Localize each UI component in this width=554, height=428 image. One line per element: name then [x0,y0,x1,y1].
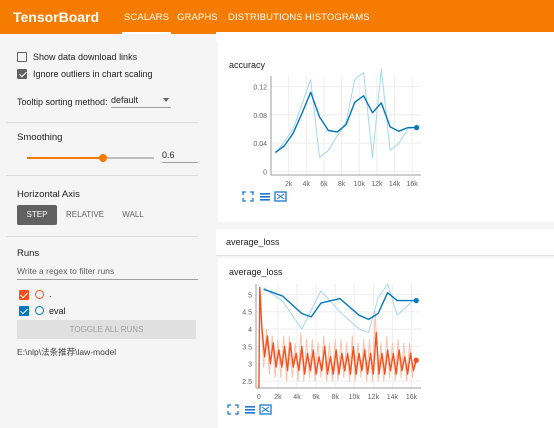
y-tick-label: 4.5 [242,310,252,317]
list-icon-bar [245,409,255,411]
horizontal-axis-title: Horizontal Axis [17,189,80,200]
x-tick-label: 16k [406,394,418,401]
y-tick-label: 3.5 [242,344,252,351]
list-icon-bar [260,199,270,201]
y-tick-label: 0.08 [253,113,267,120]
expand-icon-arrows [261,406,270,413]
series-endpoint [413,298,419,304]
accuracy-chart[interactable]: accuracy 0 0.04 0.08 0.12 2k 4k 6k 8k 10k 12k 14k 16… [218,42,554,222]
series-line [263,288,417,321]
x-tick-label: 10k [349,394,361,401]
fit-domain-icon-shape [242,191,254,202]
y-tick-label: 0 [263,169,267,176]
fit-domain-icon[interactable] [227,404,239,415]
series-endpoint [413,125,420,131]
x-tick-label: 12k [371,181,383,188]
accuracy-card: accuracy 0 0.04 0.08 0.12 2k 4k 6k 8k 10k 12k 14k 16… [218,42,554,222]
y-tick-label: 3 [248,362,252,369]
x-tick-label: 16k [407,181,419,188]
tooltip-sorting-label: Tooltip sorting method: [17,97,108,107]
expand-icon-arrows [276,193,285,200]
section-header [216,32,554,42]
y-tick-label: 4 [248,327,252,334]
x-tick-label: 0 [257,394,261,401]
tab-graphs[interactable]: GRAPHS [177,12,218,23]
tab-scalars[interactable]: SCALARS [121,12,172,34]
y-tick-label: 0.12 [253,85,267,92]
chart-title: average_loss [229,267,283,277]
run-label: eval [49,306,66,316]
x-tick-label: 4k [303,181,311,188]
show-download-label: Show data download links [33,52,138,62]
list-icon-bar [245,412,255,414]
axis-step-button[interactable]: STEP [17,205,57,225]
runs-title: Runs [17,248,40,259]
y-tick-label: 0.04 [253,141,267,148]
series-line [274,68,417,158]
series-line [263,283,417,333]
list-icon[interactable] [260,193,270,201]
expand-icon[interactable] [274,191,287,202]
smoothing-input[interactable]: 0.6 [162,150,198,163]
x-tick-label: 8k [331,394,339,401]
ignore-outliers-label: Ignore outliers in chart scaling [33,69,153,79]
run-color-swatch[interactable] [35,306,44,315]
list-icon-bar [260,193,270,195]
divider [6,122,198,123]
x-tick-label: 10k [354,181,366,188]
logdir-path: E:\nlp\法条推荐\law-model [17,347,117,357]
y-tick-label: 2.5 [242,379,252,386]
run-filter-input[interactable]: Write a regex to filter runs [17,266,198,280]
list-icon[interactable] [245,406,255,414]
expand-icon[interactable] [259,404,272,415]
x-tick-label: 2k [285,181,293,188]
run-checkbox[interactable] [19,306,29,316]
divider [6,236,198,237]
average-loss-card: average_loss 2.5 3 3.5 4 4.5 5 0 2k 4k 6k 8k 10k 12k 1… [218,258,554,428]
run-color-swatch[interactable] [35,290,44,299]
axis-relative-button[interactable]: RELATIVE [62,205,108,225]
tooltip-sorting-value: default [111,95,139,105]
list-icon-bar [260,196,270,198]
run-label: . [49,289,52,299]
x-tick-label: 14k [387,394,399,401]
ignore-outliers-checkbox[interactable] [17,69,27,79]
x-tick-label: 14k [389,181,401,188]
smoothing-title: Smoothing [17,132,63,143]
chart-title: accuracy [229,60,266,70]
smoothing-slider[interactable] [27,154,154,162]
fit-domain-icon[interactable] [242,191,254,202]
average-loss-chart[interactable]: average_loss 2.5 3 3.5 4 4.5 5 0 2k 4k 6k 8k 10k 12k 1… [218,258,554,428]
series-endpoint [413,357,419,363]
tab-histograms[interactable]: HISTOGRAMS [305,12,370,23]
y-tick-label: 5 [248,292,252,299]
x-tick-label: 6k [312,394,320,401]
tab-distributions[interactable]: DISTRIBUTIONS [228,12,303,23]
fit-domain-icon-shape [227,404,239,415]
x-tick-label: 4k [293,394,301,401]
run-checkbox[interactable] [19,290,29,300]
smoothing-slider-handle[interactable] [99,154,108,162]
show-download-checkbox[interactable] [17,52,27,62]
section-title: average_loss [226,237,280,247]
toggle-all-runs-button[interactable]: TOGGLE ALL RUNS [17,320,196,339]
list-icon-bar [245,406,255,408]
average-loss-section-header[interactable]: average_loss [216,229,554,256]
axis-wall-button[interactable]: WALL [114,205,152,225]
x-tick-label: 6k [320,181,328,188]
x-tick-label: 12k [368,394,380,401]
divider [6,175,198,176]
tooltip-sorting-select[interactable]: default [111,95,171,108]
top-app-bar: TensorBoard SCALARS GRAPHS DISTRIBUTIONS… [0,0,554,34]
chevron-down-icon [163,98,169,102]
app-title: TensorBoard [13,9,100,25]
x-tick-label: 2k [274,394,282,401]
smoothing-slider-fill [27,157,104,159]
x-tick-label: 8k [338,181,346,188]
